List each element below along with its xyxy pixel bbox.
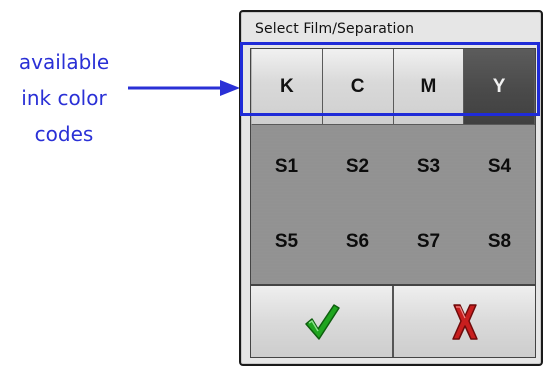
ink-button-k[interactable]: K [251,49,323,125]
separation-row-2: S5 S6 S7 S8 [251,207,535,277]
annotation-line-1: available [18,50,110,74]
separation-button-s2[interactable]: S2 [322,132,393,202]
separation-button-s1[interactable]: S1 [251,132,322,202]
separation-label: S8 [487,231,512,252]
ink-button-label: M [420,75,437,97]
annotation-line-3: codes [34,122,94,146]
annotation-line-2: ink color [21,86,107,110]
annotation-arrow-icon [128,80,240,96]
separation-button-s5[interactable]: S5 [251,207,322,277]
ink-button-m[interactable]: M [393,49,465,125]
separation-button-s3[interactable]: S3 [393,132,464,202]
separation-label: S5 [274,231,299,252]
annotation-label: available ink color codes [0,44,128,152]
separation-row-1: S1 S2 S3 S4 [251,132,535,202]
separation-label: S6 [345,231,370,252]
checkmark-icon [304,303,340,340]
separation-button-s4[interactable]: S4 [464,132,535,202]
separation-label: S3 [416,156,441,177]
dialog-title: Select Film/Separation [255,21,415,37]
x-icon [451,303,478,340]
ok-button[interactable] [251,286,394,357]
ink-button-row: K C M Y [251,49,535,125]
select-film-dialog: Select Film/Separation K C M Y S1 S2 S3 … [239,10,543,366]
ink-button-label: Y [492,75,506,97]
separation-label: S7 [416,231,441,252]
separation-label: S2 [345,156,370,177]
ink-button-label: K [280,75,294,97]
ink-button-label: C [350,75,365,97]
separation-label: S1 [274,156,299,177]
cancel-button[interactable] [394,286,535,357]
screenshot-stage: available ink color codes Select Film/Se… [0,0,551,375]
separation-button-s8[interactable]: S8 [464,207,535,277]
separation-label: S4 [487,156,512,177]
ink-button-c[interactable]: C [322,49,394,125]
separation-button-s7[interactable]: S7 [393,207,464,277]
separation-button-s6[interactable]: S6 [322,207,393,277]
dialog-actions [250,285,536,358]
film-separation-grid: K C M Y S1 S2 S3 S4 S5 S6 S7 S8 [250,48,536,285]
ink-button-y[interactable]: Y [464,49,535,125]
